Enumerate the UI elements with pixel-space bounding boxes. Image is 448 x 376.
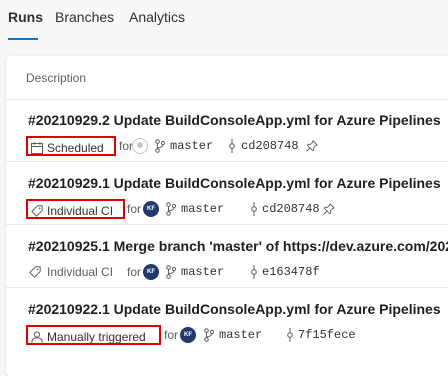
branch-icon — [166, 265, 176, 279]
branch-icon — [166, 202, 176, 216]
commit-id[interactable]: cd208748 — [241, 139, 299, 153]
tab-analytics[interactable]: Analytics — [129, 8, 185, 26]
branch-icon — [204, 328, 214, 342]
trigger-highlight: Individual CI — [26, 199, 125, 219]
run-row[interactable]: #20210922.1 Update BuildConsoleApp.yml f… — [6, 289, 448, 351]
commit-icon — [287, 328, 293, 342]
run-title[interactable]: #20210922.1 Update BuildConsoleApp.yml f… — [28, 301, 441, 317]
trigger-label: Individual CI — [47, 204, 114, 218]
trigger-highlight: Scheduled — [26, 136, 116, 156]
commit-icon — [251, 265, 257, 279]
commit-icon — [251, 202, 257, 216]
row-divider — [6, 287, 448, 288]
avatar: KF — [143, 264, 159, 280]
branch-name[interactable]: master — [219, 328, 262, 342]
trigger-label: Scheduled — [47, 141, 104, 155]
trigger-highlight: Manually triggered — [26, 325, 161, 345]
row-divider — [6, 224, 448, 225]
avatar — [132, 138, 148, 154]
branch-name[interactable]: master — [181, 265, 224, 279]
commit-id[interactable]: 7f15fece — [298, 328, 356, 342]
commit-icon — [229, 139, 235, 153]
for-label: for — [164, 328, 179, 342]
pipeline-tabs: Runs Branches Analytics — [0, 0, 448, 44]
row-divider — [6, 161, 448, 162]
tab-branches[interactable]: Branches — [55, 8, 114, 26]
trigger-label: Individual CI — [47, 265, 114, 279]
runs-table: Description #20210929.2 Update BuildCons… — [6, 56, 448, 376]
run-title[interactable]: #20210925.1 Merge branch 'master' of htt… — [28, 238, 448, 254]
run-title[interactable]: #20210929.2 Update BuildConsoleApp.yml f… — [28, 112, 441, 128]
run-row[interactable]: #20210929.1 Update BuildConsoleApp.yml f… — [6, 163, 448, 225]
commit-id[interactable]: e163478f — [262, 265, 320, 279]
tag-icon — [29, 266, 41, 278]
for-label: for — [127, 265, 142, 279]
branch-icon — [155, 139, 165, 153]
run-row[interactable]: #20210925.1 Merge branch 'master' of htt… — [6, 226, 448, 288]
column-header-description: Description — [26, 71, 87, 85]
pin-icon[interactable] — [306, 140, 318, 152]
commit-id[interactable]: cd208748 — [262, 202, 320, 216]
branch-name[interactable]: master — [181, 202, 224, 216]
tab-runs[interactable]: Runs — [8, 8, 43, 26]
for-label: for — [119, 139, 134, 153]
branch-name[interactable]: master — [170, 139, 213, 153]
run-title[interactable]: #20210929.1 Update BuildConsoleApp.yml f… — [28, 175, 441, 191]
avatar: KF — [180, 327, 196, 343]
trigger-label: Manually triggered — [47, 330, 146, 344]
for-label: for — [127, 202, 142, 216]
person-icon — [31, 331, 43, 343]
calendar-icon — [31, 142, 43, 154]
pin-icon[interactable] — [323, 203, 335, 215]
run-row[interactable]: #20210929.2 Update BuildConsoleApp.yml f… — [6, 100, 448, 162]
selected-tab-indicator — [8, 38, 38, 40]
avatar: KF — [143, 201, 159, 217]
tag-icon — [31, 205, 43, 217]
